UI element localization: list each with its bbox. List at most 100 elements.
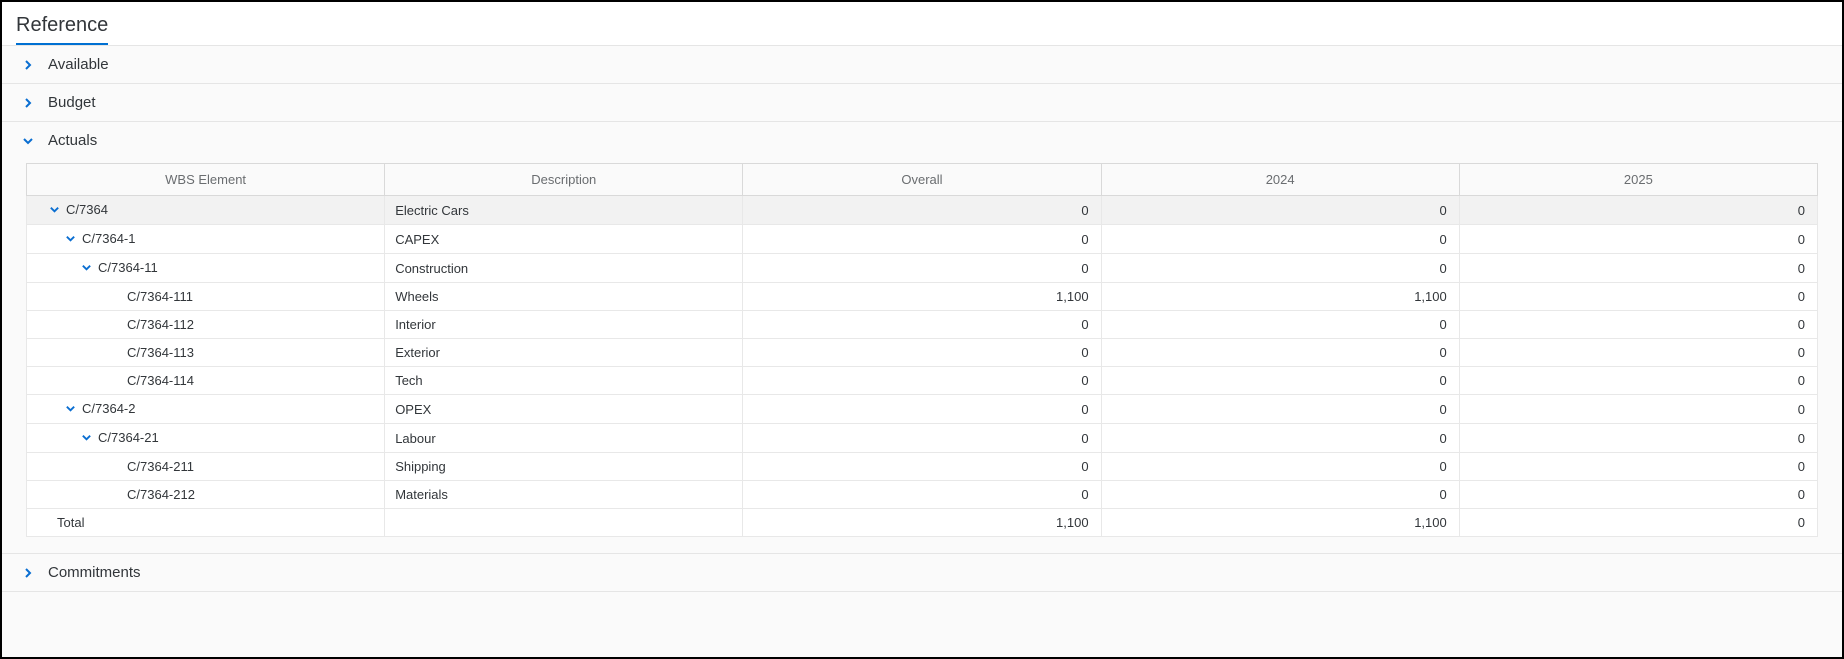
description-cell: Labour	[385, 424, 743, 453]
tree-node[interactable]: C/7364-1	[65, 231, 135, 246]
wbs-cell: C/7364-114	[27, 367, 385, 395]
wbs-cell: C/7364-2	[27, 395, 385, 424]
overall-cell: 0	[743, 339, 1101, 367]
table-row[interactable]: C/7364-1CAPEX000	[27, 225, 1818, 254]
y2025-cell: 0	[1459, 225, 1817, 254]
overall-cell: 1,100	[743, 283, 1101, 311]
y2024-cell: 0	[1101, 311, 1459, 339]
y2025-cell: 0	[1459, 424, 1817, 453]
chevron-down-icon	[49, 204, 60, 215]
section-budget-title: Budget	[48, 94, 96, 111]
overall-cell: 0	[743, 481, 1101, 509]
wbs-cell: C/7364-113	[27, 339, 385, 367]
tree-node[interactable]: C/7364	[49, 202, 108, 217]
col-header-2025: 2025	[1459, 164, 1817, 196]
tree-node: C/7364-112	[127, 317, 194, 332]
y2025-cell: 0	[1459, 196, 1817, 225]
y2024-cell: 0	[1101, 196, 1459, 225]
overall-cell: 0	[743, 367, 1101, 395]
section-commitments-header[interactable]: Commitments	[2, 554, 1842, 591]
content-area: Available Budget Actuals	[2, 46, 1842, 657]
section-actuals-title: Actuals	[48, 132, 97, 149]
tree-node: C/7364-111	[127, 289, 193, 304]
total-desc-cell	[385, 509, 743, 537]
table-row[interactable]: C/7364-112Interior000	[27, 311, 1818, 339]
table-row[interactable]: C/7364-114Tech000	[27, 367, 1818, 395]
wbs-label: C/7364-1	[82, 231, 135, 246]
y2024-cell: 0	[1101, 395, 1459, 424]
table-row[interactable]: C/7364-11Construction000	[27, 254, 1818, 283]
chevron-down-icon	[81, 262, 92, 273]
tree-node[interactable]: C/7364-21	[81, 430, 159, 445]
wbs-cell: C/7364-111	[27, 283, 385, 311]
table-row[interactable]: C/7364-113Exterior000	[27, 339, 1818, 367]
section-actuals-header[interactable]: Actuals	[2, 122, 1842, 159]
chevron-right-icon	[22, 59, 34, 71]
section-available-title: Available	[48, 56, 109, 73]
wbs-label: C/7364	[66, 202, 108, 217]
wbs-cell: C/7364	[27, 196, 385, 225]
section-budget-header[interactable]: Budget	[2, 84, 1842, 121]
section-available-header[interactable]: Available	[2, 46, 1842, 83]
y2025-cell: 0	[1459, 481, 1817, 509]
y2025-cell: 0	[1459, 453, 1817, 481]
y2024-cell: 0	[1101, 254, 1459, 283]
description-cell: Electric Cars	[385, 196, 743, 225]
description-cell: Shipping	[385, 453, 743, 481]
page-header: Reference	[2, 2, 1842, 46]
wbs-label: C/7364-111	[127, 289, 193, 304]
table-row[interactable]: C/7364-21Labour000	[27, 424, 1818, 453]
description-cell: Materials	[385, 481, 743, 509]
chevron-right-icon	[22, 97, 34, 109]
wbs-cell: C/7364-1	[27, 225, 385, 254]
wbs-label: C/7364-2	[82, 401, 135, 416]
tree-node[interactable]: C/7364-2	[65, 401, 135, 416]
description-cell: Tech	[385, 367, 743, 395]
chevron-down-icon	[65, 233, 76, 244]
y2025-cell: 0	[1459, 367, 1817, 395]
section-available: Available	[2, 46, 1842, 84]
y2025-cell: 0	[1459, 311, 1817, 339]
overall-cell: 0	[743, 225, 1101, 254]
overall-cell: 0	[743, 196, 1101, 225]
y2024-cell: 0	[1101, 481, 1459, 509]
section-commitments: Commitments	[2, 554, 1842, 592]
y2024-cell: 1,100	[1101, 283, 1459, 311]
table-total-row: Total1,1001,1000	[27, 509, 1818, 537]
total-overall-cell: 1,100	[743, 509, 1101, 537]
table-row[interactable]: C/7364-211Shipping000	[27, 453, 1818, 481]
col-header-desc: Description	[385, 164, 743, 196]
y2024-cell: 0	[1101, 367, 1459, 395]
overall-cell: 0	[743, 311, 1101, 339]
tree-node: C/7364-211	[127, 459, 194, 474]
total-2025-cell: 0	[1459, 509, 1817, 537]
overall-cell: 0	[743, 254, 1101, 283]
chevron-right-icon	[22, 567, 34, 579]
table-row[interactable]: C/7364Electric Cars000	[27, 196, 1818, 225]
col-header-overall: Overall	[743, 164, 1101, 196]
y2024-cell: 0	[1101, 339, 1459, 367]
overall-cell: 0	[743, 424, 1101, 453]
y2025-cell: 0	[1459, 395, 1817, 424]
table-row[interactable]: C/7364-2OPEX000	[27, 395, 1818, 424]
wbs-label: C/7364-211	[127, 459, 194, 474]
total-2024-cell: 1,100	[1101, 509, 1459, 537]
overall-cell: 0	[743, 453, 1101, 481]
table-row[interactable]: C/7364-212Materials000	[27, 481, 1818, 509]
description-cell: Exterior	[385, 339, 743, 367]
description-cell: OPEX	[385, 395, 743, 424]
y2024-cell: 0	[1101, 225, 1459, 254]
section-budget: Budget	[2, 84, 1842, 122]
section-actuals-body: WBS Element Description Overall 2024 202…	[2, 159, 1842, 553]
wbs-label: C/7364-11	[98, 260, 158, 275]
wbs-label: C/7364-112	[127, 317, 194, 332]
wbs-label: C/7364-212	[127, 487, 195, 502]
y2024-cell: 0	[1101, 424, 1459, 453]
table-row[interactable]: C/7364-111Wheels1,1001,1000	[27, 283, 1818, 311]
description-cell: Wheels	[385, 283, 743, 311]
tree-node[interactable]: C/7364-11	[81, 260, 158, 275]
chevron-down-icon	[65, 403, 76, 414]
chevron-down-icon	[81, 432, 92, 443]
description-cell: Interior	[385, 311, 743, 339]
tree-node: C/7364-114	[127, 373, 194, 388]
